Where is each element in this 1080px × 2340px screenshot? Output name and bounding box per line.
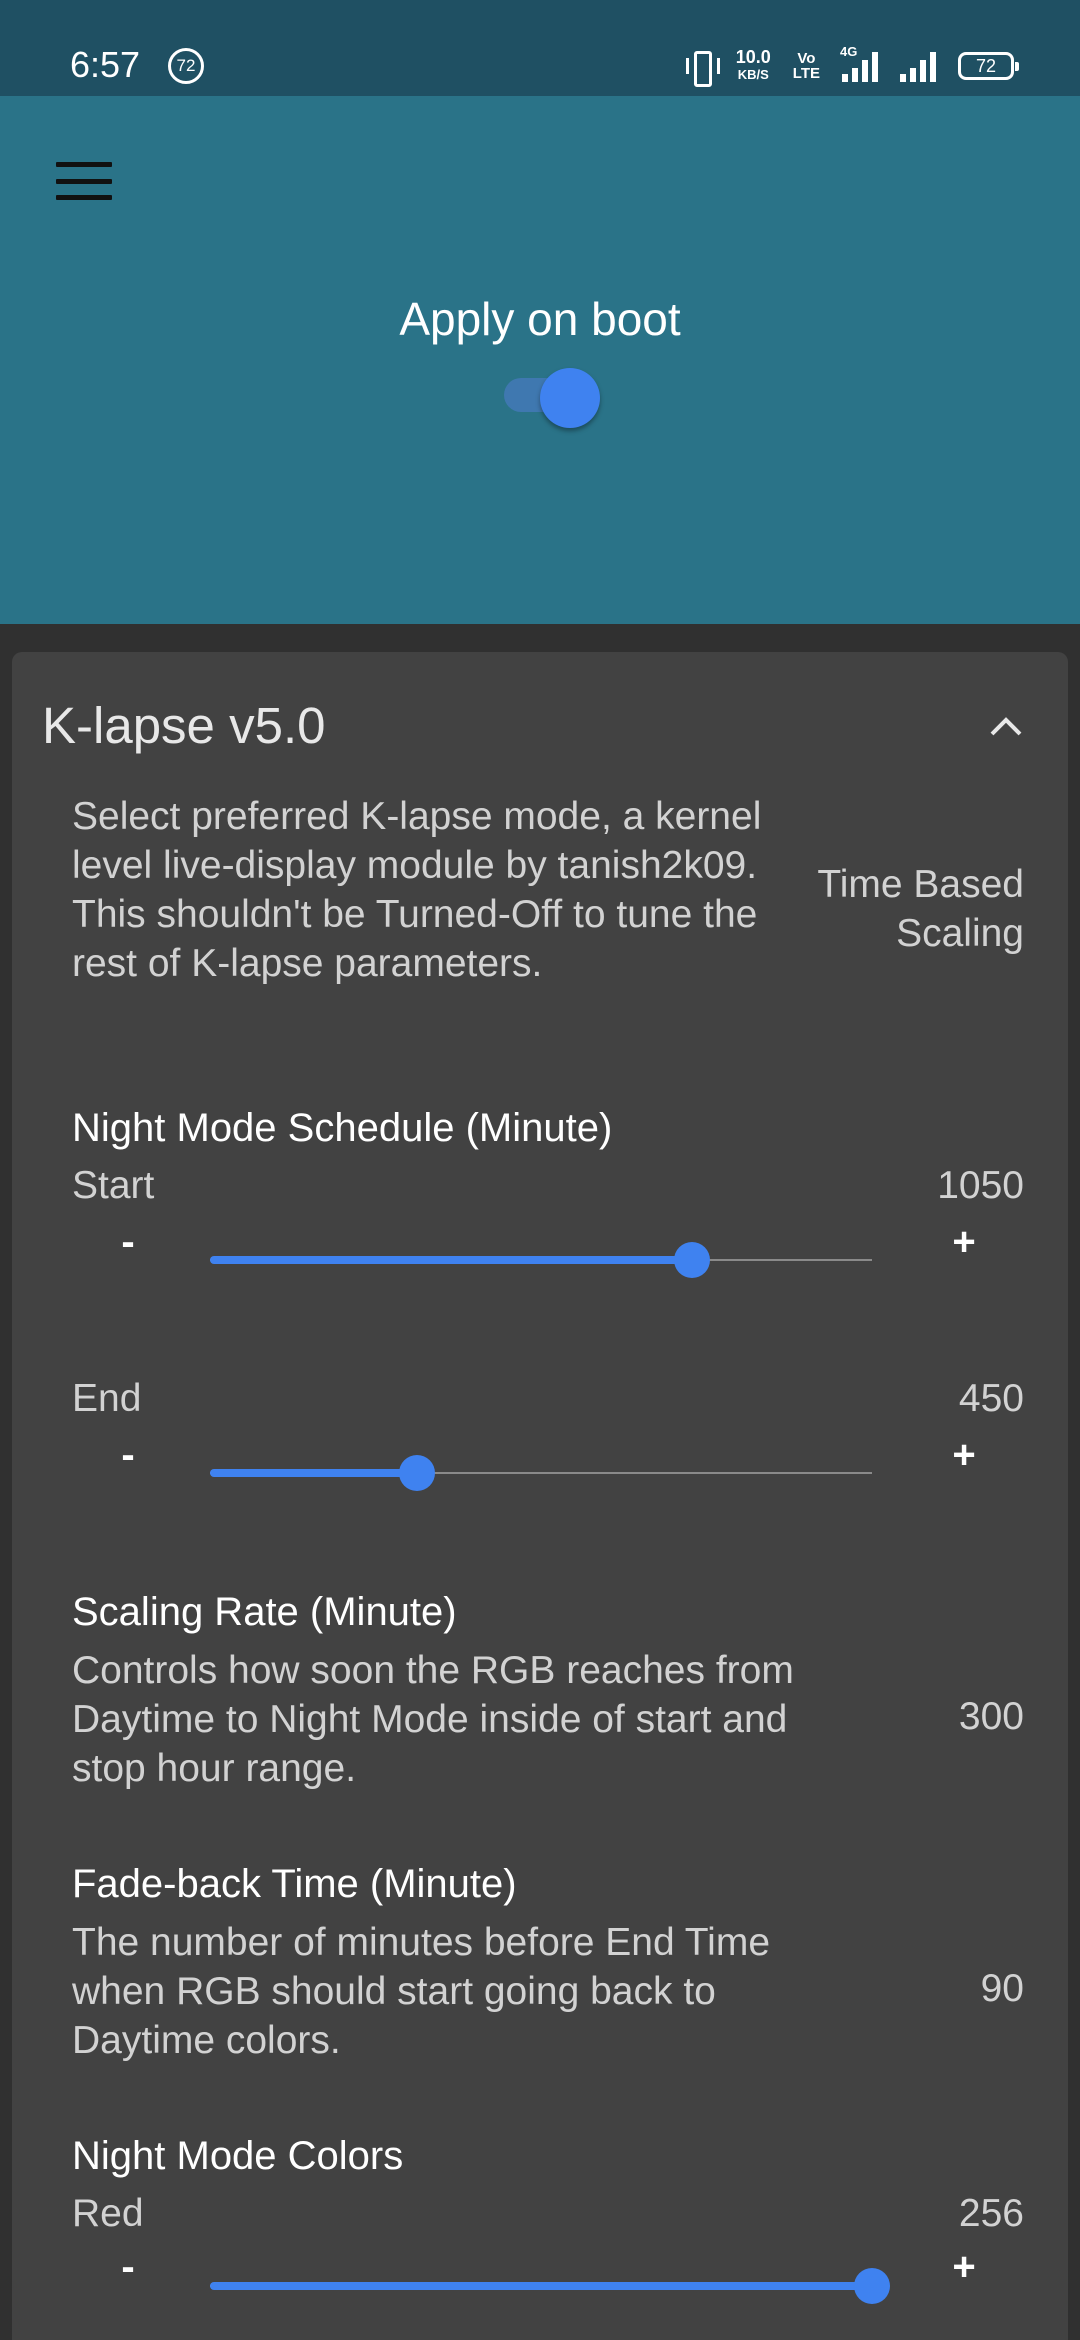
start-decrement-button[interactable]: - [98, 1220, 158, 1265]
network-speed-unit: KB/S [737, 67, 769, 82]
klapse-card: K-lapse v5.0 Select preferred K-lapse mo… [12, 652, 1068, 2340]
apply-on-boot-label: Apply on boot [399, 293, 681, 345]
red-slider[interactable] [210, 2266, 890, 2306]
card-title: K-lapse v5.0 [42, 697, 326, 754]
notification-badge-icon: 72 [168, 48, 204, 84]
klapse-mode-value[interactable]: Time Based Scaling [724, 860, 1024, 958]
network-type: 4G [840, 44, 858, 59]
start-increment-button[interactable]: + [934, 1220, 994, 1265]
slider-fill [210, 2282, 872, 2290]
start-slider[interactable] [210, 1240, 872, 1280]
red-label: Red [72, 2192, 144, 2235]
fade-back-title: Fade-back Time (Minute) [72, 1862, 517, 1906]
red-increment-button[interactable]: + [934, 2245, 994, 2290]
scaling-rate-title: Scaling Rate (Minute) [72, 1590, 457, 1634]
klapse-description: Select preferred K-lapse mode, a kernel … [72, 795, 762, 985]
scaling-rate-value[interactable]: 300 [959, 1695, 1024, 1739]
slider-fill [210, 1469, 417, 1477]
status-icons: 10.0 KB/S Vo LTE 4G 72 [685, 44, 1019, 87]
slider-thumb[interactable] [673, 1242, 710, 1278]
end-decrement-button[interactable]: - [98, 1433, 158, 1478]
status-bar: 6:57 72 10.0 KB/S Vo LTE 4G 72 [0, 0, 1080, 96]
red-decrement-button[interactable]: - [98, 2245, 158, 2290]
fade-back-value[interactable]: 90 [981, 1967, 1024, 2011]
night-schedule-title: Night Mode Schedule (Minute) [72, 1106, 613, 1150]
network-speed-value: 10.0 [735, 47, 771, 67]
volte-icon: Vo LTE [793, 51, 820, 81]
night-colors-title: Night Mode Colors [72, 2134, 404, 2178]
start-value: 1050 [937, 1164, 1024, 1207]
apply-on-boot-toggle[interactable] [504, 368, 600, 428]
slider-thumb[interactable] [854, 2268, 890, 2304]
chevron-up-icon[interactable] [986, 710, 1026, 740]
battery-icon: 72 [958, 52, 1019, 80]
toggle-knob [540, 368, 600, 428]
slider-thumb[interactable] [398, 1455, 435, 1491]
status-time: 6:57 [70, 44, 141, 85]
end-label: End [72, 1377, 142, 1420]
hamburger-menu-icon[interactable] [56, 162, 112, 200]
signal-icon [900, 50, 936, 82]
signal-4g-icon: 4G [840, 44, 878, 82]
end-value: 450 [958, 1377, 1024, 1420]
end-increment-button[interactable]: + [934, 1433, 994, 1478]
start-label: Start [72, 1164, 155, 1207]
app-header [0, 96, 1080, 624]
volte-bottom-text: LTE [792, 65, 820, 82]
end-slider[interactable] [210, 1453, 872, 1493]
red-value: 256 [958, 2192, 1024, 2235]
vibrate-icon [685, 51, 720, 87]
fade-back-description: The number of minutes before End Time wh… [72, 1921, 771, 2062]
scaling-rate-description: Controls how soon the RGB reaches from D… [72, 1649, 794, 1790]
slider-fill [210, 1256, 692, 1264]
network-speed: 10.0 KB/S [735, 47, 771, 83]
